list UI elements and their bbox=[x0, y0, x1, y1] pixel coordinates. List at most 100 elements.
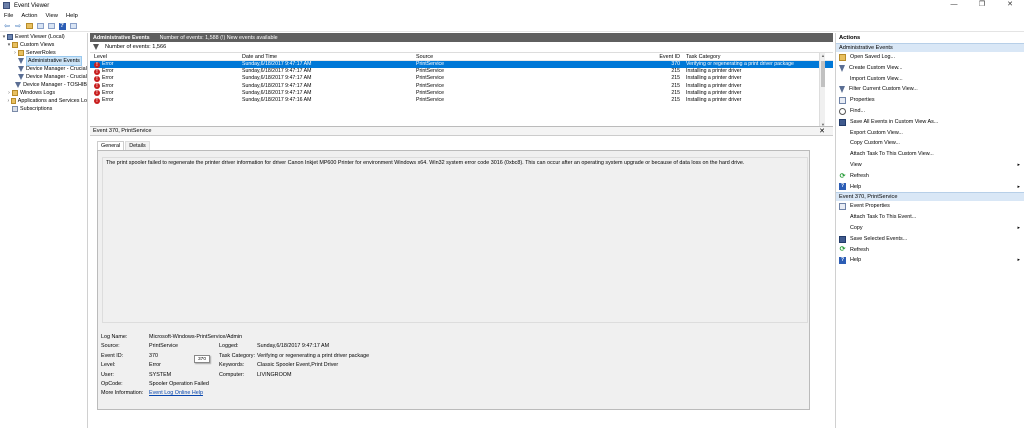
tree-item-applications-and-services[interactable]: › Applications and Services Lo bbox=[0, 97, 87, 105]
row-event-id: 215 bbox=[671, 75, 680, 82]
actions-section-event[interactable]: Event 370, PrintService bbox=[836, 192, 1024, 202]
folder-icon bbox=[12, 42, 18, 48]
action-item-save-selected-events[interactable]: Save Selected Events... bbox=[836, 234, 1024, 245]
maximize-button[interactable]: ❐ bbox=[968, 0, 996, 11]
column-header-source[interactable]: Source bbox=[416, 53, 628, 60]
value-log-name: Microsoft-Windows-PrintService/Admin bbox=[149, 334, 243, 340]
action-item-label: Copy bbox=[850, 224, 863, 231]
tree-item-device-manager-toshiba[interactable]: Device Manager - TOSHIB bbox=[0, 81, 87, 89]
error-icon: ! bbox=[94, 90, 100, 97]
tree-item-custom-views[interactable]: ▾ Custom Views bbox=[0, 41, 87, 49]
tab-general[interactable]: General bbox=[97, 141, 125, 150]
action-item-label: Save Selected Events... bbox=[850, 235, 908, 242]
event-id-tooltip: 370 bbox=[194, 355, 210, 363]
action-item-create-custom-view[interactable]: Create Custom View... bbox=[836, 63, 1024, 74]
tree-item-device-manager-crucial-1[interactable]: Device Manager - Crucial bbox=[0, 65, 87, 73]
view-event-count[interactable]: Number of events: 1,588 (!) New events a… bbox=[160, 35, 278, 41]
table-row[interactable]: ! Error Sunday,6/18/2017 9:47:17 AM Print… bbox=[90, 90, 833, 97]
action-item-label: Open Saved Log... bbox=[850, 54, 895, 60]
tree-item-administrative-events[interactable]: Administrative Events bbox=[0, 56, 87, 66]
center-pane: Administrative Events Number of events: … bbox=[90, 33, 833, 428]
tree-item-label: Device Manager - Crucial bbox=[26, 66, 87, 72]
value-keywords: Classic Spooler Event,Print Driver bbox=[257, 362, 339, 369]
column-header-date[interactable]: Date and Time bbox=[242, 53, 416, 60]
action-item-attach-task-to-this-custom-view[interactable]: Attach Task To This Custom View... bbox=[836, 149, 1024, 160]
back-arrow-icon[interactable]: ⇦ bbox=[3, 22, 11, 30]
column-header-level[interactable]: Level bbox=[90, 53, 242, 60]
tree-item-label: Applications and Services Lo bbox=[17, 98, 87, 104]
table-row[interactable]: ! Error Sunday,6/18/2017 9:47:17 AM Print… bbox=[90, 61, 833, 69]
tab-details[interactable]: Details bbox=[125, 141, 150, 150]
table-row[interactable]: ! Error Sunday,6/18/2017 9:47:17 AM Print… bbox=[90, 83, 833, 90]
toolbar: ⇦ ⇨ ? bbox=[0, 21, 1024, 32]
scroll-up-icon[interactable]: ▲ bbox=[820, 53, 826, 58]
tree-item-windows-logs[interactable]: › Windows Logs bbox=[0, 89, 87, 97]
action-item-copy[interactable]: Copy ▸ bbox=[836, 223, 1024, 234]
action-item-open-saved-log[interactable]: Open Saved Log... bbox=[836, 52, 1024, 63]
action-item-import-custom-view[interactable]: Import Custom View... bbox=[836, 74, 1024, 85]
scrollbar-thumb[interactable] bbox=[821, 61, 825, 87]
tree-item-subscriptions[interactable]: Subscriptions bbox=[0, 105, 87, 113]
forward-arrow-icon[interactable]: ⇨ bbox=[14, 22, 22, 30]
error-icon: ! bbox=[94, 83, 100, 90]
find-icon bbox=[839, 107, 846, 115]
action-item-label: Find... bbox=[850, 107, 865, 114]
close-icon[interactable]: ✕ bbox=[819, 127, 825, 136]
submenu-arrow-icon: ▸ bbox=[1017, 224, 1020, 231]
tree-item-event-viewer-local[interactable]: ▾ Event Viewer (Local) bbox=[0, 33, 87, 41]
value-opcode: Spooler Operation Failed bbox=[149, 380, 209, 387]
event-log-online-help-link[interactable]: Event Log Online Help bbox=[149, 389, 203, 398]
action-item-help[interactable]: ? Help ▸ bbox=[836, 255, 1024, 266]
row-source: PrintService bbox=[416, 96, 444, 103]
action-item-label: Save All Events in Custom View As... bbox=[850, 118, 939, 125]
up-folder-icon[interactable] bbox=[25, 22, 33, 30]
action-item-attach-task-to-this-event[interactable]: Attach Task To This Event... bbox=[836, 212, 1024, 223]
detail-tabs: General Details bbox=[97, 141, 833, 150]
tree-item-device-manager-crucial-2[interactable]: Device Manager - Crucial bbox=[0, 73, 87, 81]
filter-icon bbox=[15, 82, 22, 88]
column-header-event-id[interactable]: Event ID bbox=[628, 53, 684, 60]
submenu-arrow-icon: ▸ bbox=[1017, 183, 1020, 190]
row-date: Sunday,6/18/2017 9:47:17 AM bbox=[242, 75, 312, 82]
column-header-task-category[interactable]: Task Category bbox=[684, 53, 824, 60]
label-logged: Logged: bbox=[219, 343, 239, 350]
action-item-properties[interactable]: Properties bbox=[836, 95, 1024, 106]
event-description[interactable]: The print spooler failed to regenerate t… bbox=[102, 157, 808, 323]
show-hide-tree-icon[interactable] bbox=[36, 22, 44, 30]
action-item-label: Refresh bbox=[850, 246, 869, 253]
minimize-button[interactable]: — bbox=[940, 0, 968, 11]
row-source: PrintService bbox=[416, 89, 444, 96]
menu-file[interactable]: File bbox=[4, 13, 13, 19]
close-button[interactable]: ✕ bbox=[996, 0, 1024, 11]
event-list-scrollbar[interactable]: ▲ ▼ bbox=[819, 53, 826, 126]
action-item-event-properties[interactable]: Event Properties bbox=[836, 201, 1024, 212]
menu-help[interactable]: Help bbox=[66, 13, 78, 19]
action-item-refresh[interactable]: ⟳ Refresh bbox=[836, 171, 1024, 182]
filtered-event-count: Number of events: 1,566 bbox=[105, 44, 167, 50]
filter-icon bbox=[18, 58, 24, 64]
help-icon: ? bbox=[839, 183, 846, 191]
label-user: User: bbox=[101, 371, 114, 378]
save-icon bbox=[839, 235, 846, 243]
table-row[interactable]: ! Error Sunday,6/18/2017 9:47:17 AM Print… bbox=[90, 68, 833, 75]
action-item-view[interactable]: View ▸ bbox=[836, 160, 1024, 171]
menu-action[interactable]: Action bbox=[21, 13, 37, 19]
error-icon: ! bbox=[94, 75, 100, 82]
menu-view[interactable]: View bbox=[45, 13, 57, 19]
show-action-pane-icon[interactable] bbox=[69, 22, 77, 30]
action-item-export-custom-view[interactable]: Export Custom View... bbox=[836, 128, 1024, 139]
action-item-copy-custom-view[interactable]: Copy Custom View... bbox=[836, 138, 1024, 149]
actions-list: Event Properties Attach Task To This Even… bbox=[836, 201, 1024, 266]
table-row[interactable]: ! Error Sunday,6/18/2017 9:47:16 AM Print… bbox=[90, 97, 833, 104]
actions-section-administrative-events[interactable]: Administrative Events bbox=[836, 43, 1024, 52]
action-item-refresh[interactable]: ⟳ Refresh bbox=[836, 245, 1024, 256]
properties-icon bbox=[839, 203, 846, 211]
event-list-header: Level Date and Time Source Event ID Task… bbox=[90, 53, 833, 61]
action-item-save-all-events-in-custom-view-as[interactable]: Save All Events in Custom View As... bbox=[836, 117, 1024, 128]
action-item-find[interactable]: Find... bbox=[836, 106, 1024, 117]
properties-icon[interactable] bbox=[47, 22, 55, 30]
table-row[interactable]: ! Error Sunday,6/18/2017 9:47:17 AM Print… bbox=[90, 75, 833, 82]
action-item-filter-current-custom-view[interactable]: Filter Current Custom View... bbox=[836, 84, 1024, 95]
help-icon[interactable]: ? bbox=[58, 22, 66, 30]
action-item-help[interactable]: ? Help ▸ bbox=[836, 182, 1024, 193]
